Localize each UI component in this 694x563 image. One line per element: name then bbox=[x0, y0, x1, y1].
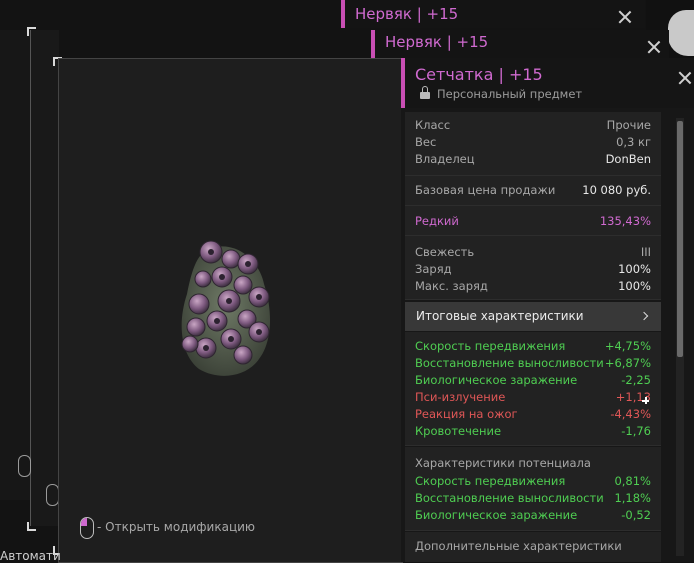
stat-row: Кровотечение -1,76 bbox=[415, 424, 651, 441]
back-window-title: Нервяк | +15 bbox=[385, 33, 489, 51]
item-titlebar: Сетчатка | +15 Персональный предмет bbox=[401, 58, 694, 108]
stat-label: Биологическое заражение bbox=[415, 373, 578, 387]
freshness-label: Свежесть bbox=[415, 245, 475, 259]
price-section: Базовая цена продажи 10 080 руб. bbox=[405, 176, 661, 206]
stat-row: Биологическое заражение -2,25 bbox=[415, 373, 651, 390]
rarity-label: Редкий bbox=[415, 214, 459, 228]
charge-label: Заряд bbox=[415, 262, 452, 276]
stat-value: +6,87% bbox=[604, 356, 651, 370]
stat-value: -4,43% bbox=[610, 407, 651, 421]
weight-value: 0,3 кг bbox=[616, 135, 651, 149]
final-stats-title: Итоговые характеристики bbox=[416, 309, 584, 323]
weight-label: Вес bbox=[415, 135, 437, 149]
back-window-title: Нервяк | +15 bbox=[355, 5, 459, 23]
price-label: Базовая цена продажи bbox=[415, 183, 556, 197]
stat-row: Реакция на ожог -4,43% bbox=[415, 407, 651, 424]
stat-label: Восстановление выносливости bbox=[415, 491, 604, 505]
item-subtitle: Персональный предмет bbox=[437, 87, 583, 101]
final-stats-header[interactable]: Итоговые характеристики bbox=[405, 302, 661, 331]
stat-label: Скорость передвижения bbox=[415, 474, 566, 488]
owner-value: DonBen bbox=[605, 152, 651, 166]
frame-corner bbox=[27, 27, 36, 36]
close-icon[interactable] bbox=[618, 10, 632, 24]
item-title: Сетчатка | +15 bbox=[415, 65, 543, 84]
condition-section: Свежесть III Заряд 100% Макс. заряд 100% bbox=[405, 236, 661, 300]
stat-value: -1,76 bbox=[621, 424, 651, 438]
mouse-icon bbox=[80, 517, 94, 539]
stat-label: Скорость передвижения bbox=[415, 339, 566, 353]
stat-row: Биологическое заражение -0,52 bbox=[415, 508, 651, 525]
stat-row: Восстановление выносливости 1,18% bbox=[415, 491, 651, 508]
back-window-titlebar[interactable]: Нервяк | +15 bbox=[341, 0, 645, 28]
cursor-icon bbox=[642, 397, 649, 404]
background-window-frame bbox=[0, 30, 31, 500]
freshness-value: III bbox=[640, 245, 651, 259]
max-charge-label: Макс. заряд bbox=[415, 279, 488, 293]
back-window-titlebar[interactable]: Нервяк | +15 bbox=[371, 30, 669, 58]
artifact-image bbox=[181, 240, 271, 376]
stat-label: Восстановление выносливости bbox=[415, 356, 604, 370]
item-preview-panel: - Открыть модификацию bbox=[58, 58, 403, 563]
close-icon[interactable] bbox=[647, 40, 661, 54]
hint-text: - Открыть модификацию bbox=[97, 520, 256, 534]
chevron-right-icon bbox=[639, 311, 649, 321]
rarity-value: 135,43% bbox=[599, 214, 651, 228]
max-charge-value: 100% bbox=[618, 279, 651, 293]
stat-value: +4,75% bbox=[604, 339, 651, 353]
stat-value: -2,25 bbox=[621, 373, 651, 387]
class-label: Класс bbox=[415, 118, 451, 132]
extra-stats-section: Дополнительные характеристики bbox=[405, 532, 661, 562]
stat-row: Скорость передвижения +4,75% bbox=[415, 339, 651, 356]
stat-value: -0,52 bbox=[621, 508, 651, 522]
stat-row: Скорость передвижения 0,81% bbox=[415, 474, 651, 491]
frame-corner bbox=[27, 522, 36, 531]
stat-value: 1,18% bbox=[614, 491, 651, 505]
stat-label: Пси-излучение bbox=[415, 390, 506, 404]
potential-stats-title: Характеристики потенциала bbox=[415, 456, 591, 470]
class-value: Прочие bbox=[606, 118, 651, 132]
stat-row: Пси-излучение +1,13 bbox=[415, 390, 651, 407]
background-window-frame bbox=[30, 30, 59, 526]
stat-label: Реакция на ожог bbox=[415, 407, 518, 421]
scrollbar-thumb[interactable] bbox=[677, 121, 683, 357]
background-window-text: Автомати bbox=[0, 549, 61, 563]
charge-value: 100% bbox=[618, 262, 651, 276]
final-stats-section: Скорость передвижения +4,75% Восстановлени… bbox=[405, 332, 661, 446]
mouse-icon bbox=[18, 455, 31, 477]
extra-stats-title: Дополнительные характеристики bbox=[415, 539, 622, 553]
owner-label: Владелец bbox=[415, 152, 475, 166]
price-value: 10 080 руб. bbox=[582, 183, 651, 197]
stat-label: Кровотечение bbox=[415, 424, 502, 438]
info-section: Класс Прочие Вес 0,3 кг Владелец DonBen bbox=[405, 112, 661, 176]
stat-row: Восстановление выносливости +6,87% bbox=[415, 356, 651, 373]
stat-value: 0,81% bbox=[614, 474, 651, 488]
rarity-section: Редкий 135,43% bbox=[405, 206, 661, 236]
potential-stats-section: Характеристики потенциала Скорость перед… bbox=[405, 447, 661, 531]
close-icon[interactable] bbox=[678, 71, 692, 85]
stat-label: Биологическое заражение bbox=[415, 508, 578, 522]
lock-icon bbox=[420, 86, 430, 99]
